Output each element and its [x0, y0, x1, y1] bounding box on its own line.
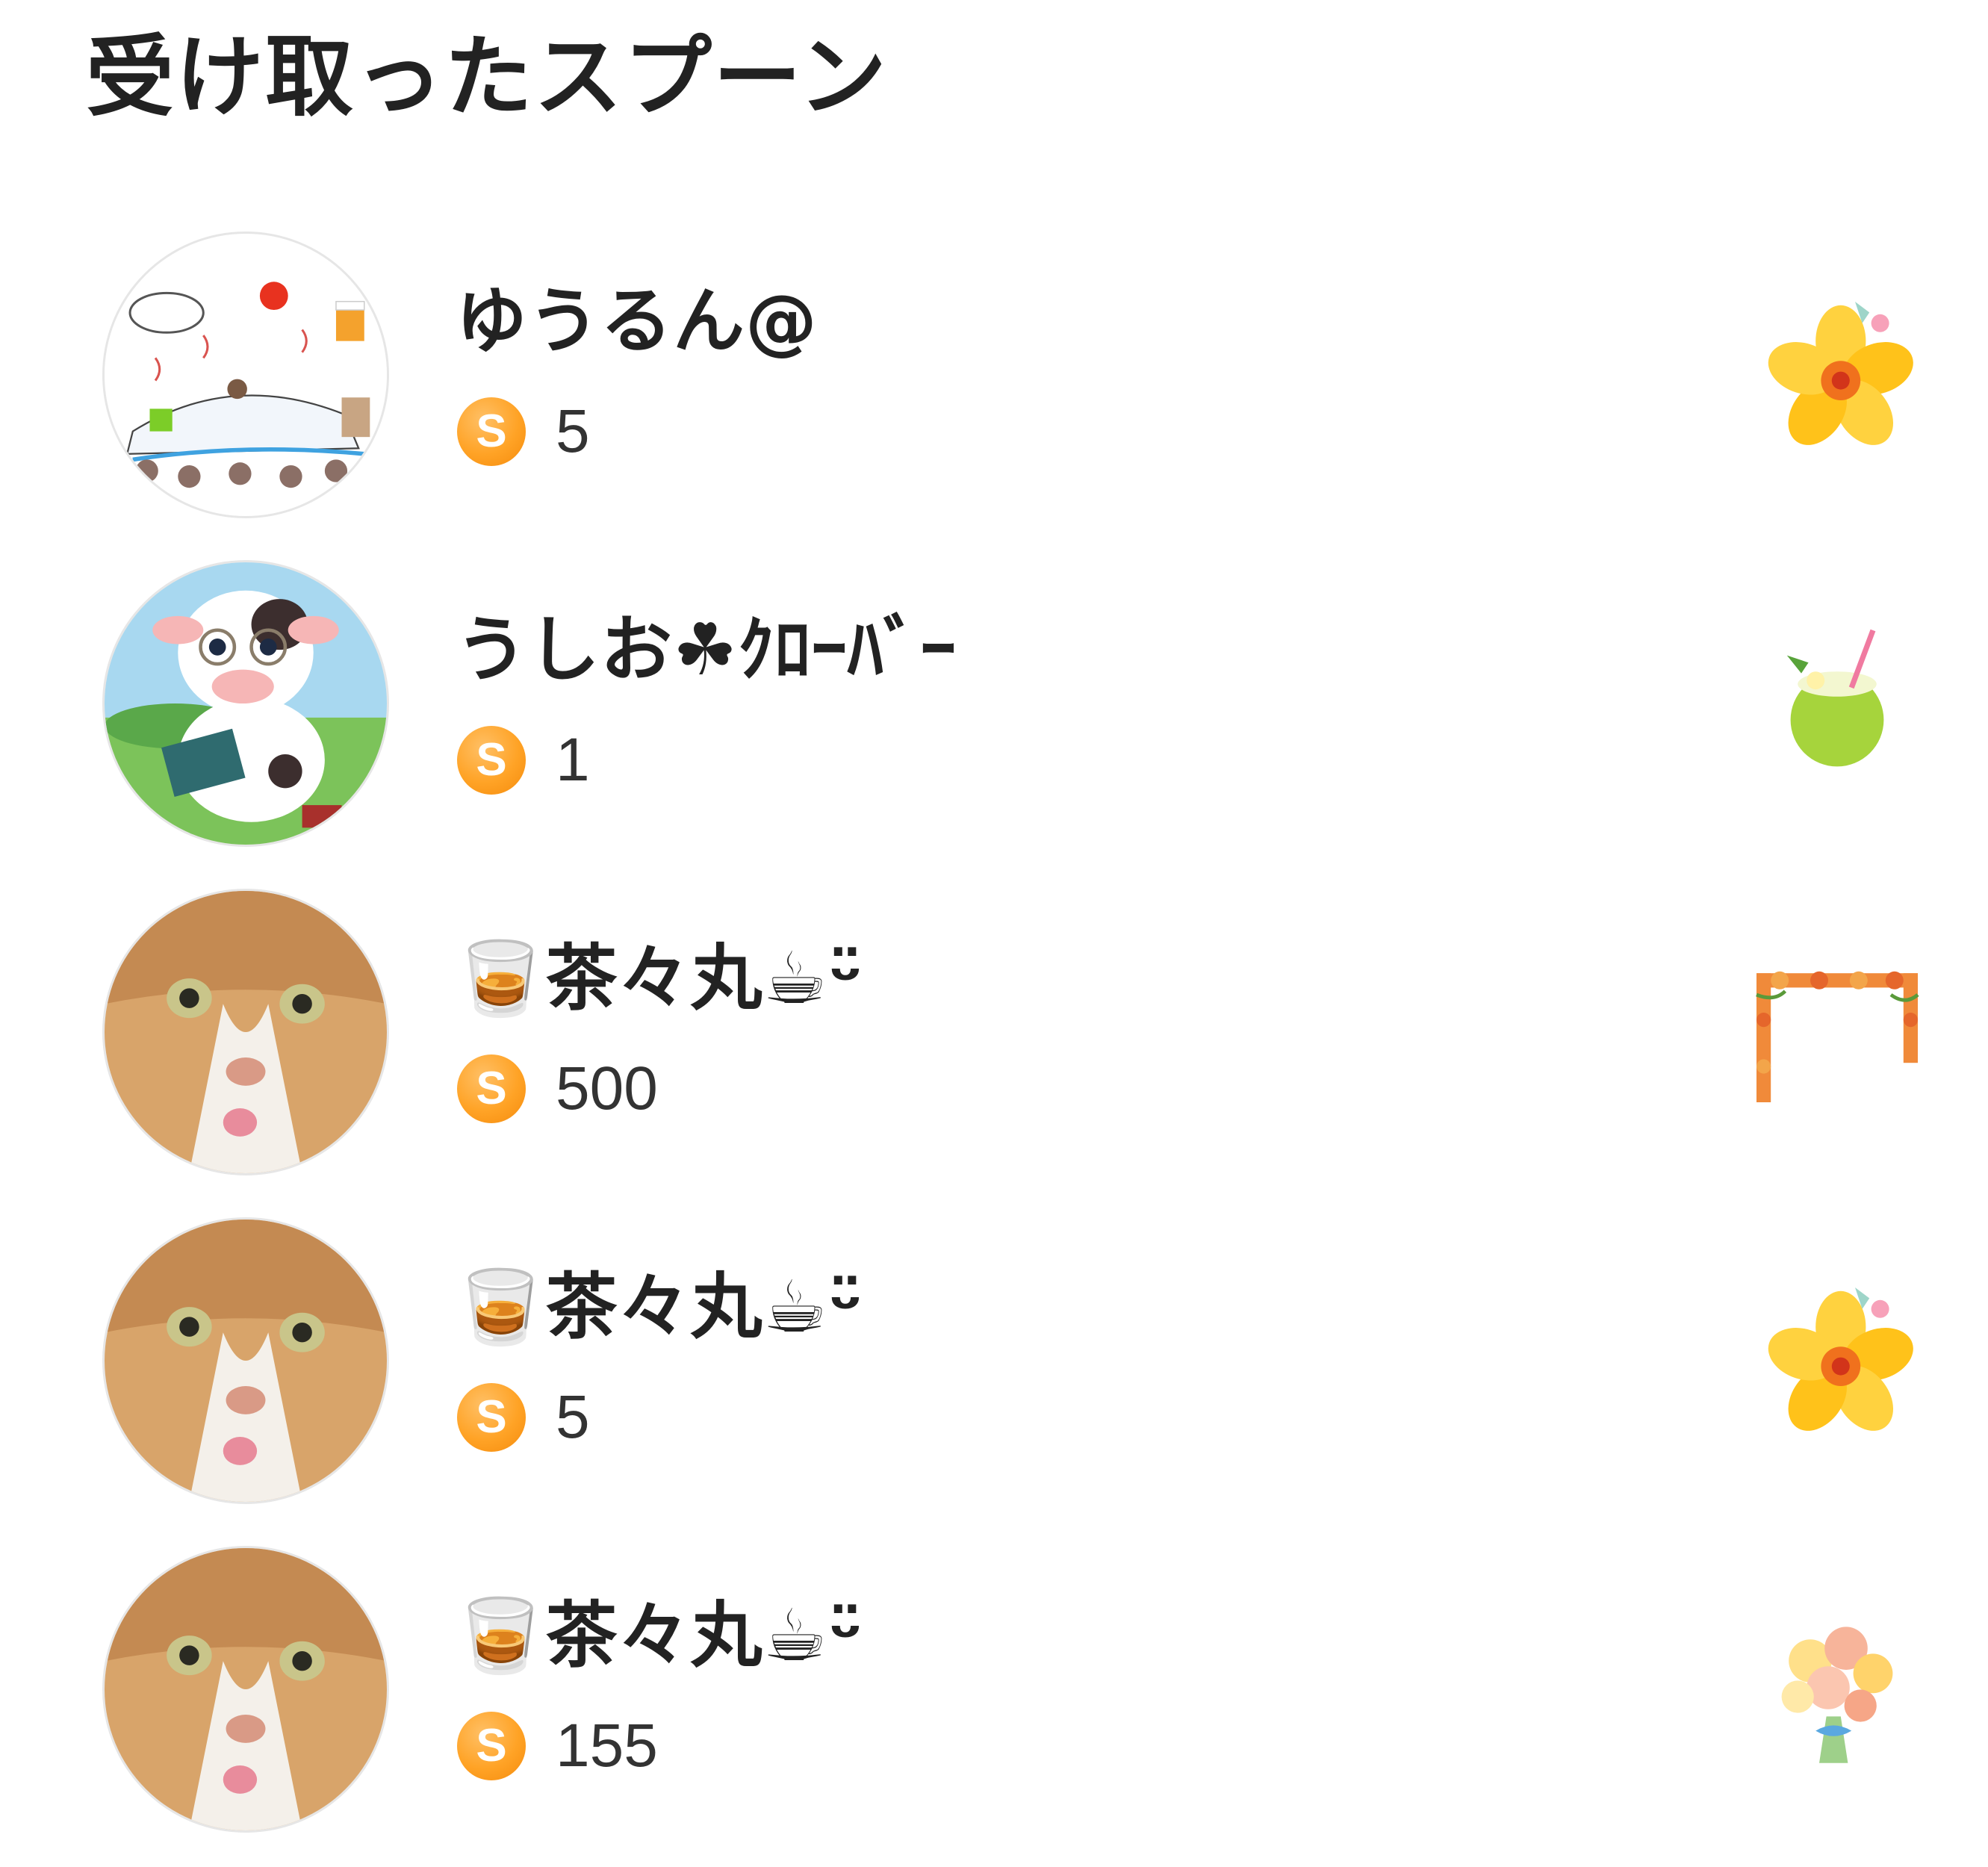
list-item[interactable]: ゆうるん@ S 5	[0, 224, 1988, 553]
user-avatar[interactable]	[102, 232, 389, 518]
bouquet-sticker-icon	[1748, 1598, 1927, 1777]
list-item[interactable]: 🥃茶々丸☕︎ᵕ̈ S 155	[0, 1538, 1988, 1867]
list-item[interactable]: 🥃茶々丸☕︎ᵕ̈ S 5	[0, 1210, 1988, 1538]
spoon-amount: S 155	[457, 1710, 658, 1782]
username[interactable]: 🥃茶々丸☕︎ᵕ̈	[456, 934, 863, 1023]
username[interactable]: 🥃茶々丸☕︎ᵕ̈	[456, 1591, 863, 1680]
spoon-count: 1	[556, 726, 590, 794]
user-avatar[interactable]	[102, 1546, 389, 1833]
spoon-coin-icon: S	[457, 397, 526, 466]
hibiscus-sticker-icon	[1748, 284, 1927, 463]
spoon-count: 5	[556, 1383, 590, 1451]
spoon-coin-icon: S	[457, 1054, 526, 1123]
hibiscus-sticker-icon	[1748, 1270, 1927, 1449]
spoon-coin-icon: S	[457, 1712, 526, 1780]
cat-face-avatar-icon	[105, 1220, 387, 1502]
onsen-illustration-avatar-icon	[105, 234, 387, 516]
spoon-count: 500	[556, 1054, 658, 1122]
flower-frame-sticker-icon	[1748, 941, 1927, 1120]
user-avatar[interactable]	[102, 560, 389, 847]
username[interactable]: 🥃茶々丸☕︎ᵕ̈	[456, 1262, 863, 1352]
username[interactable]: ゆうるん@	[456, 276, 818, 366]
user-avatar[interactable]	[102, 1217, 389, 1504]
user-avatar[interactable]	[102, 889, 389, 1175]
cat-face-avatar-icon	[105, 891, 387, 1173]
spoon-coin-icon: S	[457, 726, 526, 795]
cow-reading-book-avatar-icon	[105, 562, 387, 845]
cat-face-avatar-icon	[105, 1548, 387, 1830]
username[interactable]: うしお☘ｸﾛｰﾊﾞｰ	[456, 605, 957, 695]
page-title: 受け取ったスプーン	[86, 25, 889, 128]
list-item[interactable]: 🥃茶々丸☕︎ᵕ̈ S 500	[0, 881, 1988, 1210]
spoon-count: 5	[556, 397, 590, 465]
coconut-drink-sticker-icon	[1748, 612, 1927, 792]
spoon-amount: S 5	[457, 396, 590, 467]
received-spoons-list: ゆうるん@ S 5 うしお☘ｸﾛｰﾊﾞｰ S 1 🥃茶々丸☕︎ᵕ̈ S 500 …	[0, 224, 1988, 1867]
spoon-count: 155	[556, 1712, 658, 1780]
spoon-coin-icon: S	[457, 1383, 526, 1452]
spoon-amount: S 5	[457, 1382, 590, 1453]
spoon-amount: S 1	[457, 724, 590, 796]
list-item[interactable]: うしお☘ｸﾛｰﾊﾞｰ S 1	[0, 553, 1988, 881]
spoon-amount: S 500	[457, 1053, 658, 1125]
